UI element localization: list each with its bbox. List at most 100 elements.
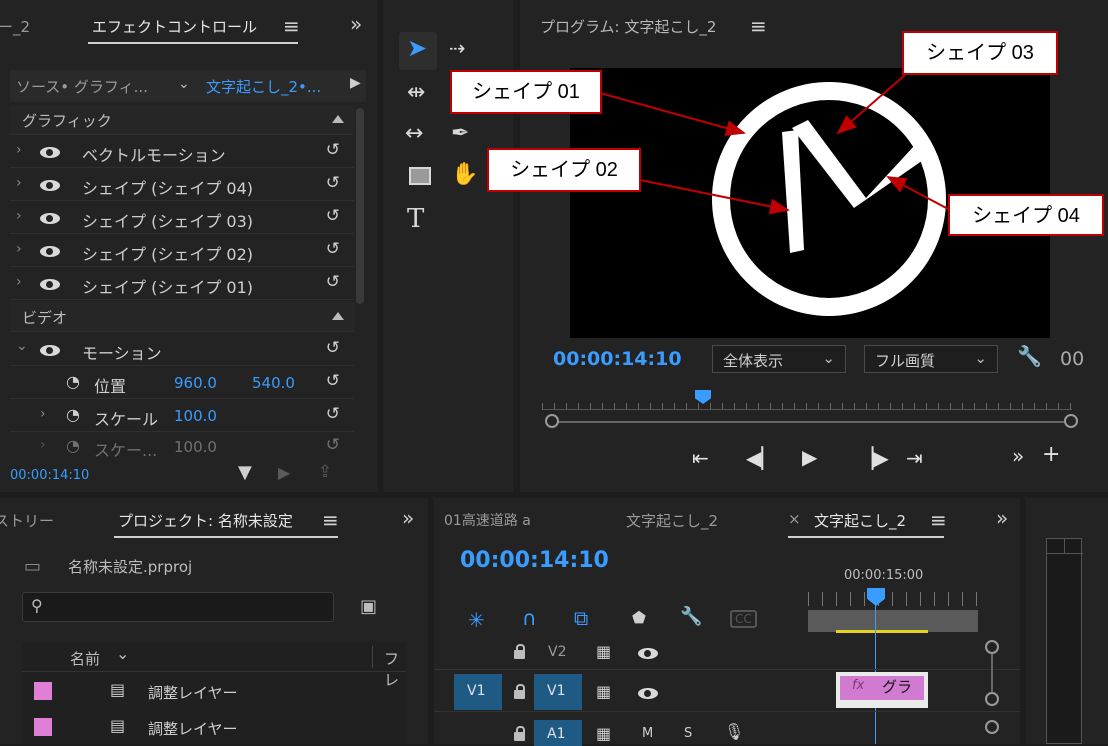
chevron-down-icon[interactable]: ⌄ <box>16 338 28 354</box>
zoom-handle-right[interactable] <box>1064 414 1078 428</box>
tab-project[interactable]: プロジェクト: 名称未設定 <box>118 510 293 531</box>
program-ruler[interactable] <box>542 396 1072 410</box>
step-forward-icon[interactable]: ▕▶ <box>858 446 889 470</box>
rectangle-tool-icon[interactable] <box>409 167 431 185</box>
vertical-scroll-handle[interactable] <box>985 720 999 734</box>
chevron-right-icon[interactable]: › <box>16 241 22 257</box>
eye-icon[interactable] <box>40 345 60 356</box>
label-color-swatch[interactable] <box>34 682 52 700</box>
chevron-down-icon[interactable]: ⌄ <box>178 76 190 92</box>
effect-row-vector-motion[interactable]: › ベクトルモーション ↺ <box>10 136 354 168</box>
effect-row-motion[interactable]: ⌄ モーション ↺ <box>10 334 354 366</box>
scrollbar[interactable] <box>356 108 364 304</box>
type-tool-icon[interactable]: T <box>407 204 424 234</box>
collapse-icon[interactable] <box>332 115 344 123</box>
reset-icon[interactable]: ↺ <box>326 173 340 193</box>
chevron-right-icon[interactable]: › <box>16 208 22 224</box>
track-target-a1[interactable]: A1 <box>534 720 582 746</box>
captions-icon[interactable]: CC <box>730 610 757 628</box>
track-select-tool-icon[interactable]: ⇢ <box>449 36 466 60</box>
chevron-right-icon[interactable]: › <box>40 406 46 422</box>
stopwatch-icon[interactable]: ◔ <box>66 436 80 455</box>
lock-icon[interactable] <box>514 644 525 659</box>
chevron-right-icon[interactable]: › <box>16 142 22 158</box>
vertical-scroll-handle[interactable] <box>985 692 999 706</box>
eye-icon[interactable] <box>40 246 60 257</box>
param-row-scale[interactable]: › ◔ スケール 100.0 ↺ <box>10 400 354 432</box>
microphone-icon[interactable]: 🎙 <box>724 722 744 741</box>
reset-icon[interactable]: ↺ <box>326 338 340 358</box>
pen-tool-icon[interactable]: ✒ <box>451 121 469 146</box>
expand-panels-icon[interactable]: » <box>350 12 362 36</box>
selection-tool-icon[interactable]: ➤ <box>407 34 427 62</box>
zoom-handle-left[interactable] <box>545 414 559 428</box>
tab-sequence-active[interactable]: 文字起こし_2 <box>814 510 906 531</box>
track-v2-label[interactable]: V2 <box>548 644 566 660</box>
ripple-edit-tool-icon[interactable]: ⇹ <box>407 80 425 105</box>
track-target-v1[interactable]: V1 <box>534 674 582 710</box>
more-controls-icon[interactable]: » <box>1012 444 1024 468</box>
add-button-icon[interactable]: + <box>1042 442 1060 467</box>
eye-icon[interactable] <box>638 688 658 699</box>
eye-icon[interactable] <box>40 279 60 290</box>
section-video[interactable]: ビデオ <box>10 302 354 332</box>
hand-tool-icon[interactable]: ✋ <box>451 162 478 187</box>
lock-icon[interactable] <box>514 684 525 699</box>
effect-row-shape-02[interactable]: › シェイプ (シェイプ 02) ↺ <box>10 235 354 267</box>
program-monitor-title[interactable]: プログラム: 文字起こし_2 <box>540 16 716 37</box>
vertical-scroll-track[interactable] <box>991 654 993 692</box>
eye-icon[interactable] <box>638 648 658 659</box>
param-row-position[interactable]: ◔ 位置 960.0 540.0 ↺ <box>10 367 354 399</box>
position-x-value[interactable]: 960.0 <box>174 374 217 392</box>
effect-row-shape-03[interactable]: › シェイプ (シェイプ 03) ↺ <box>10 202 354 234</box>
step-back-icon[interactable]: ◀▏ <box>746 446 777 470</box>
stopwatch-icon[interactable]: ◔ <box>66 372 80 391</box>
filter-icon[interactable]: ▼ <box>238 462 252 483</box>
reset-icon[interactable]: ↺ <box>326 435 340 455</box>
list-item[interactable]: ▤ 調整レイヤー <box>22 712 406 746</box>
zoom-scrollbar-track[interactable] <box>552 421 1072 423</box>
tab-effect-controls[interactable]: エフェクトコントロール <box>92 16 257 37</box>
label-color-swatch[interactable] <box>34 718 52 736</box>
add-marker-icon[interactable]: ⬟ <box>632 608 646 627</box>
source-label[interactable]: ソース• グラフィ... <box>16 76 148 97</box>
reset-icon[interactable]: ↺ <box>326 239 340 259</box>
play-audio-icon[interactable]: ▶ <box>278 463 290 482</box>
expand-panels-icon[interactable]: » <box>402 506 414 530</box>
play-triangle-icon[interactable]: ▶ <box>350 75 361 91</box>
reset-icon[interactable]: ↺ <box>326 272 340 292</box>
export-icon[interactable]: ⇪ <box>318 462 332 482</box>
snap-magnet-icon[interactable]: ∩ <box>522 606 537 630</box>
eye-icon[interactable] <box>40 180 60 191</box>
reset-icon[interactable]: ↺ <box>326 140 340 160</box>
list-item[interactable]: ▤ 調整レイヤー <box>22 676 406 710</box>
timeline-timecode[interactable]: 00:00:14:10 <box>460 548 609 573</box>
wrench-icon[interactable]: 🔧 <box>1017 344 1042 368</box>
param-row-scale-width[interactable]: › ◔ スケー... 100.0 ↺ <box>10 433 354 461</box>
film-icon[interactable]: ▦ <box>596 682 611 701</box>
effect-row-shape-04[interactable]: › シェイプ (シェイプ 04) ↺ <box>10 169 354 201</box>
panel-menu-icon[interactable]: ≡ <box>750 14 767 38</box>
tab-left-truncated[interactable]: ー_2 <box>0 16 30 37</box>
panel-menu-icon[interactable]: ≡ <box>930 508 947 532</box>
scale-value[interactable]: 100.0 <box>174 407 217 425</box>
section-graphic[interactable]: グラフィック <box>10 105 354 135</box>
eye-icon[interactable] <box>40 147 60 158</box>
reset-icon[interactable]: ↺ <box>326 404 340 424</box>
nest-icon[interactable]: ✳ <box>468 608 485 632</box>
position-y-value[interactable]: 540.0 <box>252 374 295 392</box>
folder-up-icon[interactable]: ▭ <box>24 556 41 577</box>
lock-icon[interactable] <box>514 726 525 741</box>
film-icon[interactable]: ▦ <box>596 724 611 743</box>
mark-out-icon[interactable]: ⇥ <box>906 446 923 470</box>
film-icon[interactable]: ▦ <box>596 642 611 661</box>
reset-icon[interactable]: ↺ <box>326 206 340 226</box>
tab-history-truncated[interactable]: ストリー <box>0 510 54 531</box>
reset-icon[interactable]: ↺ <box>326 371 340 391</box>
eye-icon[interactable] <box>40 213 60 224</box>
effect-row-shape-01[interactable]: › シェイプ (シェイプ 01) ↺ <box>10 268 354 300</box>
fit-dropdown[interactable]: 全体表示 ⌄ <box>712 345 846 373</box>
new-bin-icon[interactable]: ▣ <box>360 596 377 617</box>
source-patch-v1[interactable]: V1 <box>454 674 502 710</box>
tab-sequence-01[interactable]: 01高速道路 a <box>444 510 531 530</box>
